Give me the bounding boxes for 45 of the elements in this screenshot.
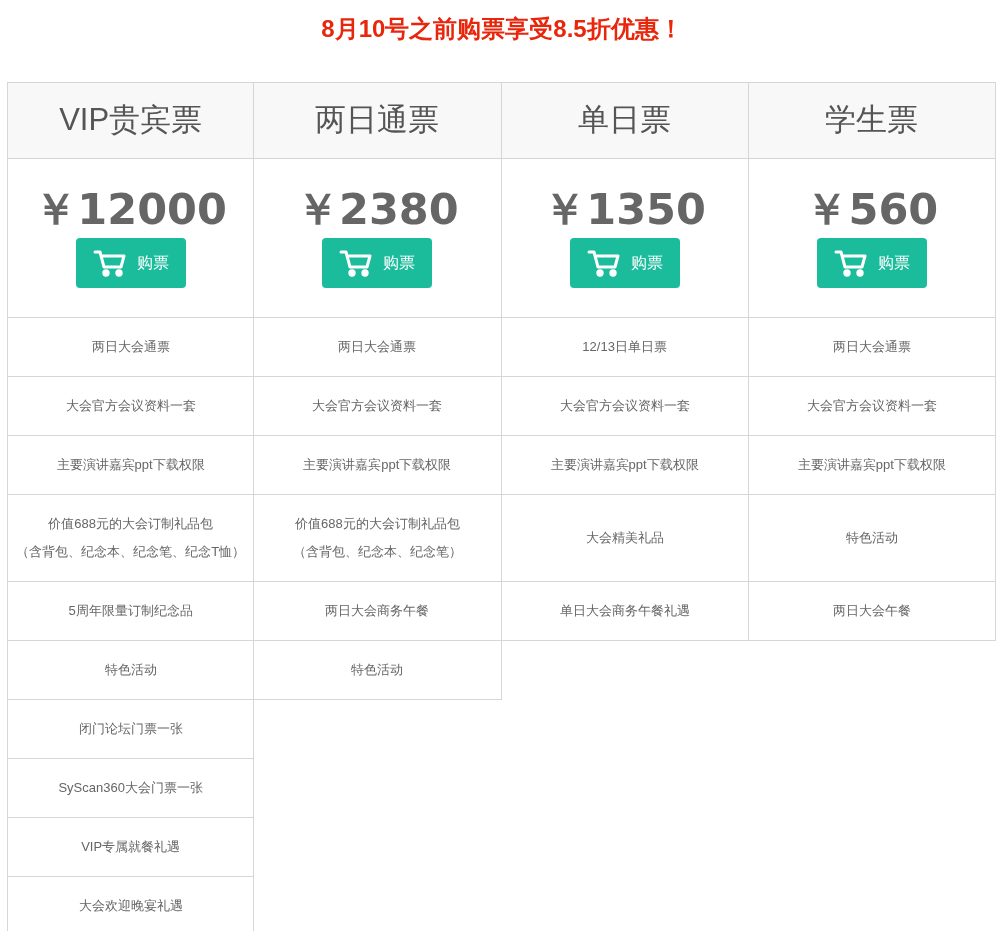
feature-text: 价值688元的大会订制礼品包 xyxy=(48,515,213,533)
feature-text: 大会精美礼品 xyxy=(585,529,664,547)
buy-button[interactable]: 购票 xyxy=(75,238,186,288)
feature-text: 大会官方会议资料一套 xyxy=(312,397,443,415)
feature-text: 两日大会午餐 xyxy=(832,602,911,620)
promo-title: 8月10号之前购票享受8.5折优惠！ xyxy=(321,14,683,44)
feature-text: （含背包、纪念本、纪念笔） xyxy=(292,543,462,561)
feature-text: 特色活动 xyxy=(104,661,157,679)
cart-icon xyxy=(586,249,621,277)
feature-text: 大会官方会议资料一套 xyxy=(559,397,690,415)
ticket-price: ￥12000 xyxy=(34,183,227,235)
ticket-name: VIP贵宾票 xyxy=(59,101,203,140)
feature-text: （含背包、纪念本、纪念笔、纪念T恤） xyxy=(16,543,246,561)
feature-text: 大会欢迎晚宴礼遇 xyxy=(78,897,183,915)
ticket-name: 两日通票 xyxy=(315,101,440,140)
feature-text: 两日大会通票 xyxy=(832,338,911,356)
cart-icon xyxy=(833,249,868,277)
feature-text: 两日大会通票 xyxy=(338,338,417,356)
feature-text: VIP专属就餐礼遇 xyxy=(81,838,181,856)
feature-text: 大会官方会议资料一套 xyxy=(65,397,196,415)
feature-text: 主要演讲嘉宾ppt下载权限 xyxy=(797,456,946,474)
buy-button[interactable]: 购票 xyxy=(322,238,433,288)
feature-text: 主要演讲嘉宾ppt下载权限 xyxy=(550,456,699,474)
buy-button[interactable]: 购票 xyxy=(816,238,927,288)
ticket-name: 学生票 xyxy=(825,101,919,140)
feature-text: 特色活动 xyxy=(845,529,898,547)
feature-text: 特色活动 xyxy=(351,661,404,679)
ticket-price: ￥560 xyxy=(805,183,939,235)
feature-text: 闭门论坛门票一张 xyxy=(78,720,183,738)
feature-text: 两日大会商务午餐 xyxy=(325,602,430,620)
feature-text: 价值688元的大会订制礼品包 xyxy=(295,515,460,533)
feature-text: 5周年限量订制纪念品 xyxy=(68,602,193,620)
cart-icon xyxy=(92,249,127,277)
feature-text: 单日大会商务午餐礼遇 xyxy=(559,602,690,620)
buy-button[interactable]: 购票 xyxy=(569,238,680,288)
feature-text: 两日大会通票 xyxy=(91,338,170,356)
cart-icon xyxy=(339,249,374,277)
feature-text: SyScan360大会门票一张 xyxy=(58,779,203,797)
ticket-price: ￥1350 xyxy=(543,183,706,235)
feature-text: 主要演讲嘉宾ppt下载权限 xyxy=(303,456,452,474)
ticket-name: 单日票 xyxy=(578,101,672,140)
feature-text: 12/13日单日票 xyxy=(582,338,667,356)
ticket-price: ￥2380 xyxy=(296,183,459,235)
feature-text: 主要演讲嘉宾ppt下载权限 xyxy=(56,456,205,474)
feature-text: 大会官方会议资料一套 xyxy=(806,397,937,415)
